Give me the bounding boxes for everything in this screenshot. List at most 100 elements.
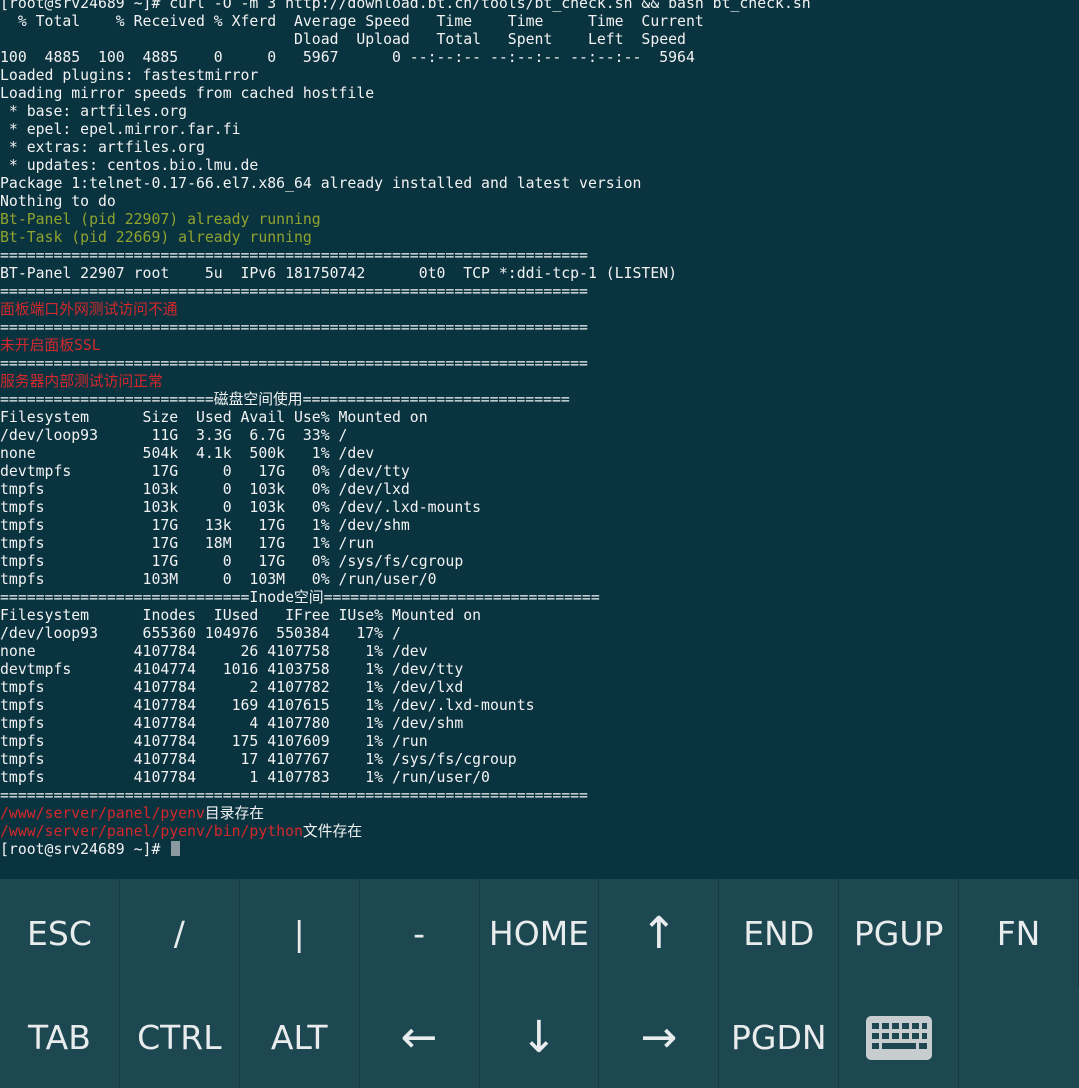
terminal-lines: [root@srv24689 ~]# curl -O -m 3 http://d…	[0, 0, 811, 859]
terminal-output[interactable]: [root@srv24689 ~]# curl -O -m 3 http://d…	[0, 0, 1079, 879]
right-arrow-key[interactable]: →	[599, 987, 720, 1088]
keyboard-icon	[865, 1015, 932, 1060]
terminal-text-segment: ========================================…	[0, 247, 588, 264]
pipe-key[interactable]: |	[240, 879, 360, 987]
ctrl-key[interactable]: CTRL	[120, 987, 240, 1088]
terminal-text-segment: * base: artfiles.org	[0, 103, 188, 120]
terminal-line: tmpfs 103k 0 103k 0% /dev/lxd	[0, 481, 811, 499]
esc-key[interactable]: ESC	[0, 879, 120, 987]
terminal-text-segment: tmpfs 17G 18M 17G 1% /run	[0, 535, 375, 552]
terminal-line: * updates: centos.bio.lmu.de	[0, 157, 811, 175]
dash-key[interactable]: -	[360, 879, 480, 987]
terminal-text-segment: 服务器内部测试访问正常	[0, 373, 163, 390]
terminal-text-segment: Loaded plugins: fastestmirror	[0, 67, 259, 84]
terminal-text-segment: 文件存在	[302, 823, 363, 840]
terminal-line: ========================================…	[0, 247, 811, 265]
terminal-line: Loaded plugins: fastestmirror	[0, 67, 811, 85]
terminal-text-segment: Nothing to do	[0, 193, 116, 210]
alt-key[interactable]: ALT	[240, 987, 360, 1088]
terminal-text-segment: tmpfs 17G 13k 17G 1% /dev/shm	[0, 517, 410, 534]
terminal-line: tmpfs 4107784 1 4107783 1% /run/user/0	[0, 769, 811, 787]
terminal-line: BT-Panel 22907 root 5u IPv6 181750742 0t…	[0, 265, 811, 283]
terminal-cursor	[171, 841, 181, 856]
terminal-line: /dev/loop93 655360 104976 550384 17% /	[0, 625, 811, 643]
end-key[interactable]: END	[719, 879, 840, 987]
pgdn-key[interactable]: PGDN	[719, 987, 840, 1088]
terminal-line: 服务器内部测试访问正常	[0, 373, 811, 391]
terminal-text-segment: tmpfs 4107784 175 4107609 1% /run	[0, 733, 428, 750]
terminal-text-segment: ========================================…	[0, 355, 588, 372]
terminal-text-segment: devtmpfs 17G 0 17G 0% /dev/tty	[0, 463, 410, 480]
terminal-line: Filesystem Size Used Avail Use% Mounted …	[0, 409, 811, 427]
terminal-line: ========================================…	[0, 787, 811, 805]
terminal-text-segment: Loading mirror speeds from cached hostfi…	[0, 85, 375, 102]
extra-keys-bar: ESC / | - HOME ↑ END PGUP FN TAB CTRL ALT ← ↓ → PGDN	[0, 879, 1079, 1088]
terminal-line: Bt-Task (pid 22669) already running	[0, 229, 811, 247]
terminal-text-segment: /dev/loop93 11G 3.3G 6.7G 33% /	[0, 427, 348, 444]
terminal-line: tmpfs 103M 0 103M 0% /run/user/0	[0, 571, 811, 589]
terminal-text-segment: Dload Upload Total Spent Left Speed	[0, 31, 686, 48]
terminal-line: [root@srv24689 ~]# curl -O -m 3 http://d…	[0, 0, 811, 13]
terminal-line: tmpfs 103k 0 103k 0% /dev/.lxd-mounts	[0, 499, 811, 517]
terminal-line: % Total % Received % Xferd Average Speed…	[0, 13, 811, 31]
fn-key[interactable]: FN	[959, 879, 1079, 987]
terminal-text-segment: Bt-Task (pid 22669) already running	[0, 229, 312, 246]
terminal-line: tmpfs 17G 13k 17G 1% /dev/shm	[0, 517, 811, 535]
terminal-line: ============================Inode空间=====…	[0, 589, 811, 607]
terminal-text-segment: [root@srv24689 ~]# curl -O -m 3 http://d…	[0, 0, 811, 12]
pgup-key[interactable]: PGUP	[839, 879, 960, 987]
terminal-line: Package 1:telnet-0.17-66.el7.x86_64 alre…	[0, 175, 811, 193]
terminal-text-segment: ============================Inode空间=====…	[0, 589, 600, 606]
terminal-text-segment: /www/server/panel/pyenv	[0, 805, 205, 822]
terminal-text-segment: Filesystem Size Used Avail Use% Mounted …	[0, 409, 428, 426]
terminal-text-segment: tmpfs 4107784 4 4107780 1% /dev/shm	[0, 715, 464, 732]
down-arrow-key[interactable]: ↓	[480, 987, 600, 1088]
terminal-text-segment: /dev/loop93 655360 104976 550384 17% /	[0, 625, 401, 642]
terminal-line: none 504k 4.1k 500k 1% /dev	[0, 445, 811, 463]
terminal-line: 面板端口外网测试访问不通	[0, 301, 811, 319]
terminal-line: /dev/loop93 11G 3.3G 6.7G 33% /	[0, 427, 811, 445]
terminal-text-segment: 未开启面板SSL	[0, 337, 101, 354]
terminal-line: devtmpfs 17G 0 17G 0% /dev/tty	[0, 463, 811, 481]
terminal-line: * epel: epel.mirror.far.fi	[0, 121, 811, 139]
terminal-line: Dload Upload Total Spent Left Speed	[0, 31, 811, 49]
slash-key[interactable]: /	[120, 879, 240, 987]
terminal-text-segment: [root@srv24689 ~]#	[0, 841, 170, 858]
home-key[interactable]: HOME	[480, 879, 600, 987]
terminal-line: devtmpfs 4104774 1016 4103758 1% /dev/tt…	[0, 661, 811, 679]
terminal-line: Nothing to do	[0, 193, 811, 211]
terminal-text-segment: ========================================…	[0, 319, 588, 336]
terminal-text-segment: 面板端口外网测试访问不通	[0, 301, 178, 318]
terminal-text-segment: Bt-Panel (pid 22907) already running	[0, 211, 321, 228]
terminal-text-segment: none 504k 4.1k 500k 1% /dev	[0, 445, 375, 462]
terminal-text-segment: tmpfs 4107784 169 4107615 1% /dev/.lxd-m…	[0, 697, 535, 714]
terminal-text-segment: % Total % Received % Xferd Average Speed…	[0, 13, 704, 30]
terminal-line: ========================================…	[0, 355, 811, 373]
terminal-line: /www/server/panel/pyenv目录存在	[0, 805, 811, 823]
terminal-text-segment: tmpfs 103k 0 103k 0% /dev/.lxd-mounts	[0, 499, 482, 516]
terminal-text-segment: tmpfs 103M 0 103M 0% /run/user/0	[0, 571, 437, 588]
terminal-text-segment: 100 4885 100 4885 0 0 5967 0 --:--:-- --…	[0, 49, 695, 66]
terminal-text-segment: tmpfs 17G 0 17G 0% /sys/fs/cgroup	[0, 553, 464, 570]
keyboard-toggle-button[interactable]	[839, 987, 960, 1088]
terminal-text-segment: none 4107784 26 4107758 1% /dev	[0, 643, 428, 660]
up-arrow-key[interactable]: ↑	[599, 879, 720, 987]
terminal-text-segment: * extras: artfiles.org	[0, 139, 205, 156]
tab-key[interactable]: TAB	[0, 987, 120, 1088]
terminal-text-segment: /www/server/panel/pyenv/bin/python	[0, 823, 303, 840]
terminal-text-segment: ========================================…	[0, 283, 588, 300]
terminal-line: tmpfs 4107784 175 4107609 1% /run	[0, 733, 811, 751]
terminal-text-segment: tmpfs 4107784 17 4107767 1% /sys/fs/cgro…	[0, 751, 517, 768]
terminal-line: [root@srv24689 ~]#	[0, 841, 811, 859]
terminal-line: * extras: artfiles.org	[0, 139, 811, 157]
terminal-line: tmpfs 4107784 2 4107782 1% /dev/lxd	[0, 679, 811, 697]
terminal-text-segment: tmpfs 4107784 2 4107782 1% /dev/lxd	[0, 679, 464, 696]
terminal-line: tmpfs 4107784 169 4107615 1% /dev/.lxd-m…	[0, 697, 811, 715]
terminal-line: tmpfs 4107784 4 4107780 1% /dev/shm	[0, 715, 811, 733]
terminal-line: Bt-Panel (pid 22907) already running	[0, 211, 811, 229]
terminal-line: Filesystem Inodes IUsed IFree IUse% Moun…	[0, 607, 811, 625]
terminal-text-segment: devtmpfs 4104774 1016 4103758 1% /dev/tt…	[0, 661, 464, 678]
left-arrow-key[interactable]: ←	[360, 987, 480, 1088]
terminal-text-segment: ========================磁盘空间使用==========…	[0, 391, 570, 408]
terminal-text-segment: BT-Panel 22907 root 5u IPv6 181750742 0t…	[0, 265, 678, 282]
